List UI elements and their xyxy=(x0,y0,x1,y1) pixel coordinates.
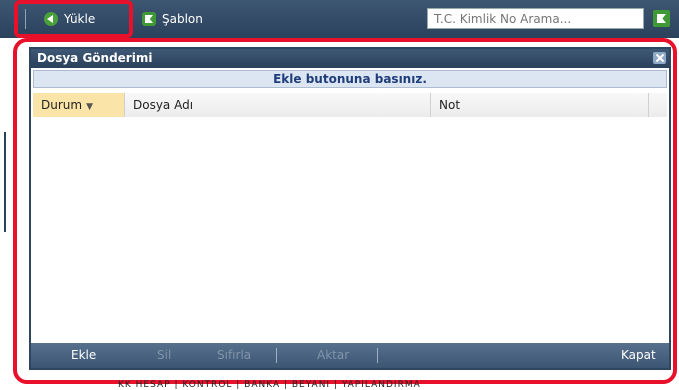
info-message: Ekle butonuna basınız. xyxy=(33,70,667,88)
footer-separator xyxy=(377,348,378,363)
add-button[interactable]: Ekle xyxy=(71,343,96,368)
load-button[interactable]: Yükle xyxy=(44,8,95,30)
column-file-name[interactable]: Dosya Adı xyxy=(125,93,431,117)
column-note-label: Not xyxy=(439,98,461,112)
toolbar-separator xyxy=(25,9,26,29)
search-input[interactable] xyxy=(427,8,644,29)
load-button-label: Yükle xyxy=(64,12,96,26)
upload-icon xyxy=(44,12,58,26)
close-button[interactable]: Kapat xyxy=(621,343,656,368)
dialog-title: Dosya Gönderimi xyxy=(31,49,669,68)
column-file-name-label: Dosya Adı xyxy=(133,98,194,112)
search-submit-icon[interactable] xyxy=(653,10,670,27)
template-button-label: Şablon xyxy=(162,12,203,26)
column-status[interactable]: Durum ▼ xyxy=(33,93,125,117)
grid-header: Durum ▼ Dosya Adı Not xyxy=(33,93,667,118)
flag-icon xyxy=(142,12,156,26)
file-grid-body xyxy=(33,117,667,343)
top-toolbar: Yükle Şablon xyxy=(0,0,679,38)
column-status-label: Durum xyxy=(41,98,83,112)
dialog-footer: Ekle Sil Sıfırla Aktar Kapat xyxy=(31,343,669,368)
file-upload-dialog: Dosya Gönderimi Ekle butonuna basınız. D… xyxy=(29,47,671,370)
template-button[interactable]: Şablon xyxy=(142,8,203,30)
column-note[interactable]: Not xyxy=(431,93,649,117)
transfer-button[interactable]: Aktar xyxy=(317,343,349,368)
reset-button[interactable]: Sıfırla xyxy=(217,343,251,368)
page-background xyxy=(0,38,12,389)
sort-dropdown-icon[interactable]: ▼ xyxy=(86,102,93,112)
footer-separator xyxy=(276,348,277,363)
delete-button[interactable]: Sil xyxy=(157,343,171,368)
close-icon[interactable] xyxy=(653,52,666,64)
